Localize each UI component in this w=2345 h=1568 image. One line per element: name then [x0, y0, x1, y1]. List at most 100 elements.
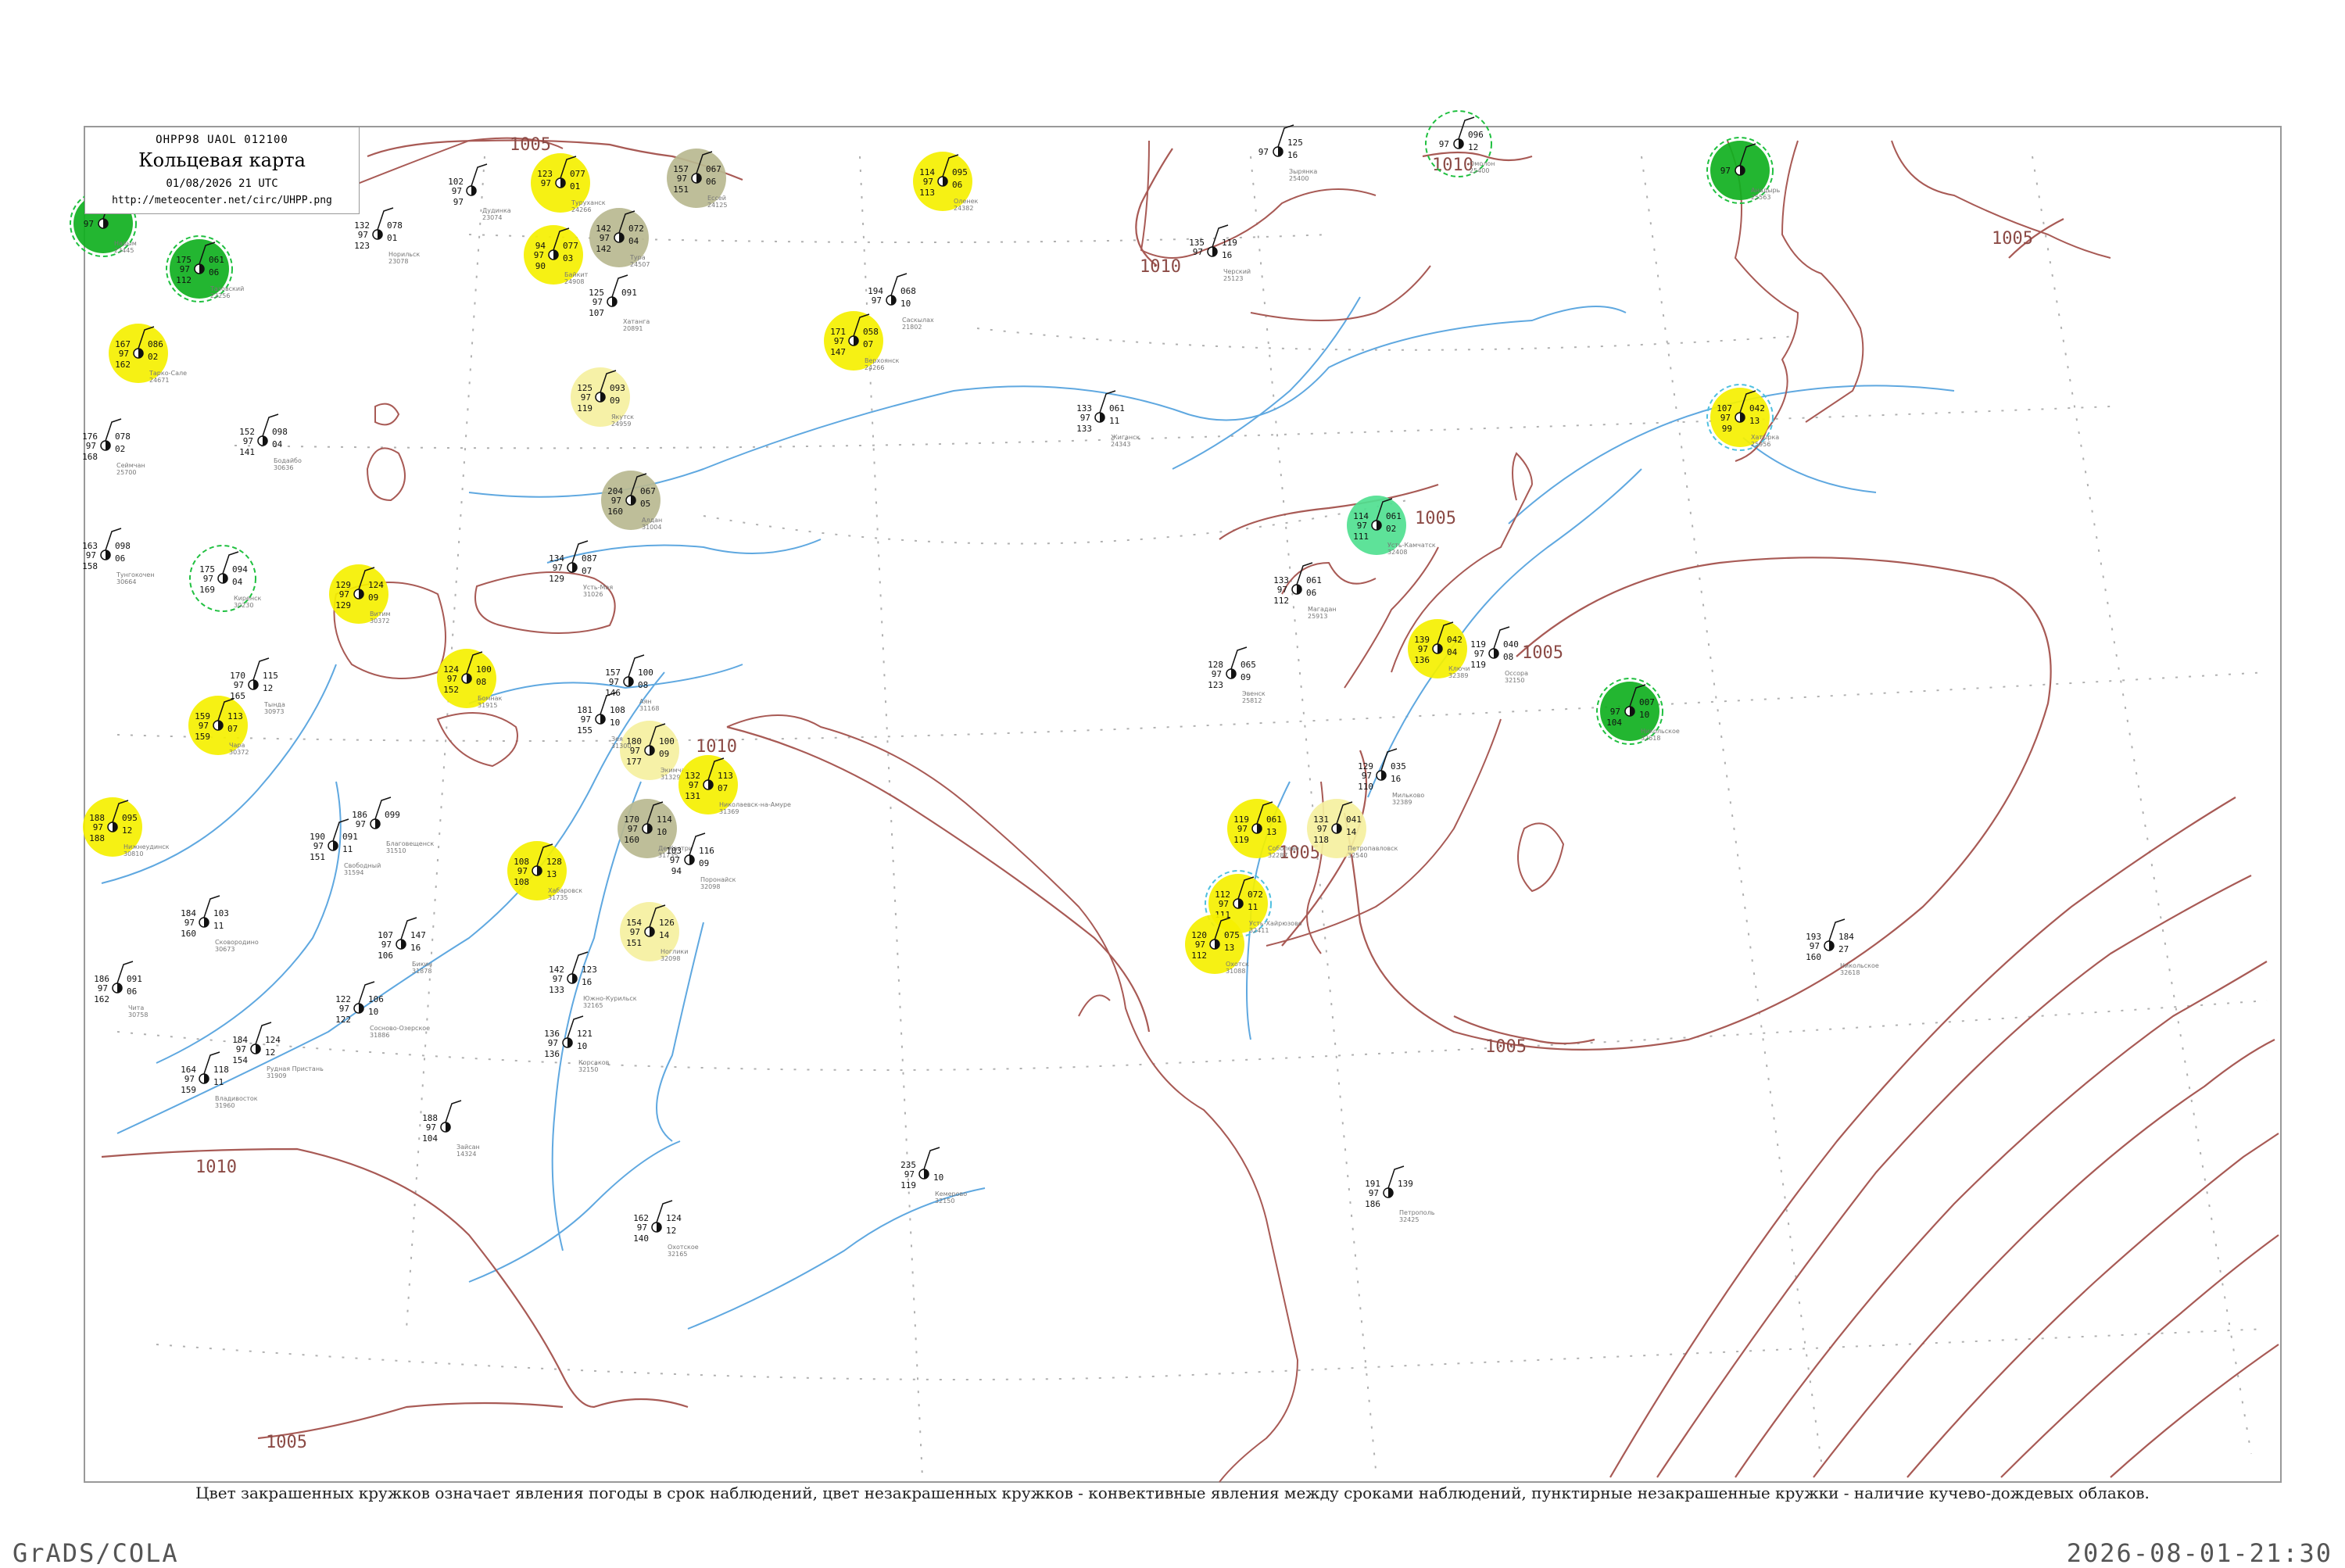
- isobar-label: 1010: [696, 737, 737, 757]
- station-name: Жиганск: [1111, 434, 1140, 441]
- visibility-value: 97: [184, 1074, 195, 1084]
- weather-station: 157 1001460897Аян31168: [605, 654, 659, 712]
- station-name: Сковородино: [215, 939, 259, 946]
- station-name: Ноглики: [661, 948, 688, 955]
- station-id: 30973: [264, 708, 284, 715]
- pressure-tendency-value: 12: [666, 1226, 676, 1236]
- station-name: Сосново-Озерское: [370, 1025, 430, 1032]
- station-name: Никольское: [1840, 962, 1879, 969]
- station-name: Черский: [1223, 268, 1251, 275]
- pressure-tendency-value: 10: [900, 299, 911, 309]
- station-name: Владивосток: [215, 1095, 258, 1102]
- weather-station: 175 0611120697Тазовский23256: [166, 235, 244, 303]
- map-url[interactable]: http://meteocenter.net/circ/UHPP.png: [85, 195, 359, 206]
- station-name: Усть-Камчатск: [1387, 542, 1436, 549]
- weather-station: 184 1031601197Сковородино30673: [181, 895, 259, 953]
- station-name: Туруханск: [571, 199, 606, 206]
- station-id: 24266: [865, 364, 884, 371]
- pressure-tendency-value: 07: [863, 339, 873, 349]
- dewpoint-value: 119: [900, 1180, 916, 1190]
- dewpoint-value: 154: [232, 1055, 248, 1065]
- station-id: 31004: [642, 524, 661, 531]
- dewpoint-value: 131: [685, 791, 700, 801]
- pressure-tendency-value: 09: [368, 592, 378, 603]
- weather-station: 114 0951130697Оленек24382: [913, 152, 978, 212]
- pressure-tendency-value: 01: [570, 181, 580, 192]
- dewpoint-value: 122: [335, 1015, 351, 1025]
- visibility-value: 97: [84, 219, 94, 229]
- dewpoint-value: 107: [589, 308, 604, 318]
- pressure-tendency-value: 09: [659, 749, 669, 759]
- station-id: 32287: [1268, 852, 1287, 859]
- pressure-tendency-value: 12: [122, 825, 132, 836]
- pressure-tendency-value: 16: [410, 943, 421, 953]
- visibility-value: 97: [184, 918, 195, 928]
- station-id: 32150: [935, 1197, 954, 1205]
- weather-station: 122 1061221097Сосново-Озерское31886: [335, 981, 430, 1039]
- isobars: [101, 139, 2279, 1478]
- dewpoint-value: 113: [919, 188, 935, 198]
- weather-station: 180 1001770997Экимчан31329: [620, 721, 689, 781]
- station-name: Байкит: [564, 271, 589, 278]
- bulletin-code: ОНРР98 UAOL 012100: [156, 134, 288, 146]
- visibility-value: 97: [243, 436, 253, 446]
- weather-station: 18810497Зайсан14324: [422, 1100, 480, 1158]
- dewpoint-value: 142: [596, 244, 611, 254]
- pressure-value: 124: [368, 580, 384, 590]
- station-name: Свободный: [344, 862, 381, 869]
- visibility-value: 97: [1720, 413, 1731, 423]
- station-id: 32150: [578, 1066, 598, 1073]
- visibility-value: 97: [677, 174, 687, 184]
- dewpoint-value: 129: [335, 600, 351, 610]
- visibility-value: 97: [234, 680, 244, 690]
- weather-station: 190 0911511197Свободный31594: [310, 818, 381, 876]
- visibility-value: 97: [541, 178, 551, 188]
- weather-station: 108 1281081397Хабаровск31735: [507, 841, 582, 901]
- weather-station: 162 1241401297Охотское32165: [633, 1200, 699, 1258]
- visibility-value: 97: [593, 297, 603, 307]
- pressure-value: 121: [577, 1029, 593, 1039]
- coastlines: [101, 137, 2111, 1483]
- dewpoint-value: 118: [1313, 835, 1329, 845]
- pressure-tendency-value: 10: [1639, 710, 1649, 720]
- station-name: Чита: [128, 1004, 144, 1011]
- isobar-label: 1005: [266, 1433, 307, 1452]
- dewpoint-value: 108: [514, 877, 529, 887]
- pressure-tendency-value: 05: [640, 499, 650, 509]
- pressure-tendency-value: 14: [1346, 827, 1357, 837]
- station-id: 31915: [478, 702, 497, 709]
- pressure-value: 086: [148, 339, 163, 349]
- pressure-tendency-value: 10: [657, 827, 667, 837]
- pressure-tendency-value: 11: [1248, 902, 1258, 912]
- pressure-value: 067: [640, 486, 656, 496]
- visibility-value: 97: [1418, 644, 1428, 654]
- visibility-value: 97: [611, 496, 621, 506]
- visibility-value: 97: [872, 295, 882, 306]
- dewpoint-value: 133: [549, 985, 564, 995]
- dewpoint-value: 160: [607, 507, 623, 517]
- footer-software: GrADS/COLA: [13, 1538, 179, 1568]
- visibility-value: 97: [1357, 521, 1367, 531]
- wind-barb: [923, 1147, 940, 1170]
- station-name: Петропавловск: [1348, 845, 1398, 852]
- station-name: Алдан: [642, 517, 662, 524]
- pressure-tendency-value: 09: [699, 858, 709, 868]
- visibility-value: 97: [1080, 413, 1090, 423]
- isobar-label: 1005: [1485, 1037, 1527, 1057]
- weather-station: 128 0651230997Эвенск25812: [1208, 646, 1266, 704]
- legend-caption: Цвет закрашенных кружков означает явлени…: [195, 1484, 2150, 1502]
- weather-station: 119 0401190897Оссора32150: [1470, 626, 1528, 684]
- pressure-value: 126: [659, 918, 675, 928]
- dewpoint-value: 155: [577, 725, 593, 736]
- dewpoint-value: 104: [422, 1133, 438, 1144]
- station-id: 30758: [128, 1011, 148, 1018]
- station-id: 25913: [1308, 613, 1327, 620]
- pressure-value: 100: [638, 668, 653, 678]
- dewpoint-value: 90: [535, 261, 546, 271]
- visibility-value: 97: [628, 824, 638, 834]
- station-id: 24125: [707, 202, 727, 209]
- map-title: Кольцевая карта: [138, 149, 306, 171]
- weather-station: 184 1241541297Рудная Пристань31909: [232, 1022, 324, 1079]
- dewpoint-value: 94: [671, 866, 682, 876]
- pressure-tendency-value: 10: [933, 1172, 943, 1183]
